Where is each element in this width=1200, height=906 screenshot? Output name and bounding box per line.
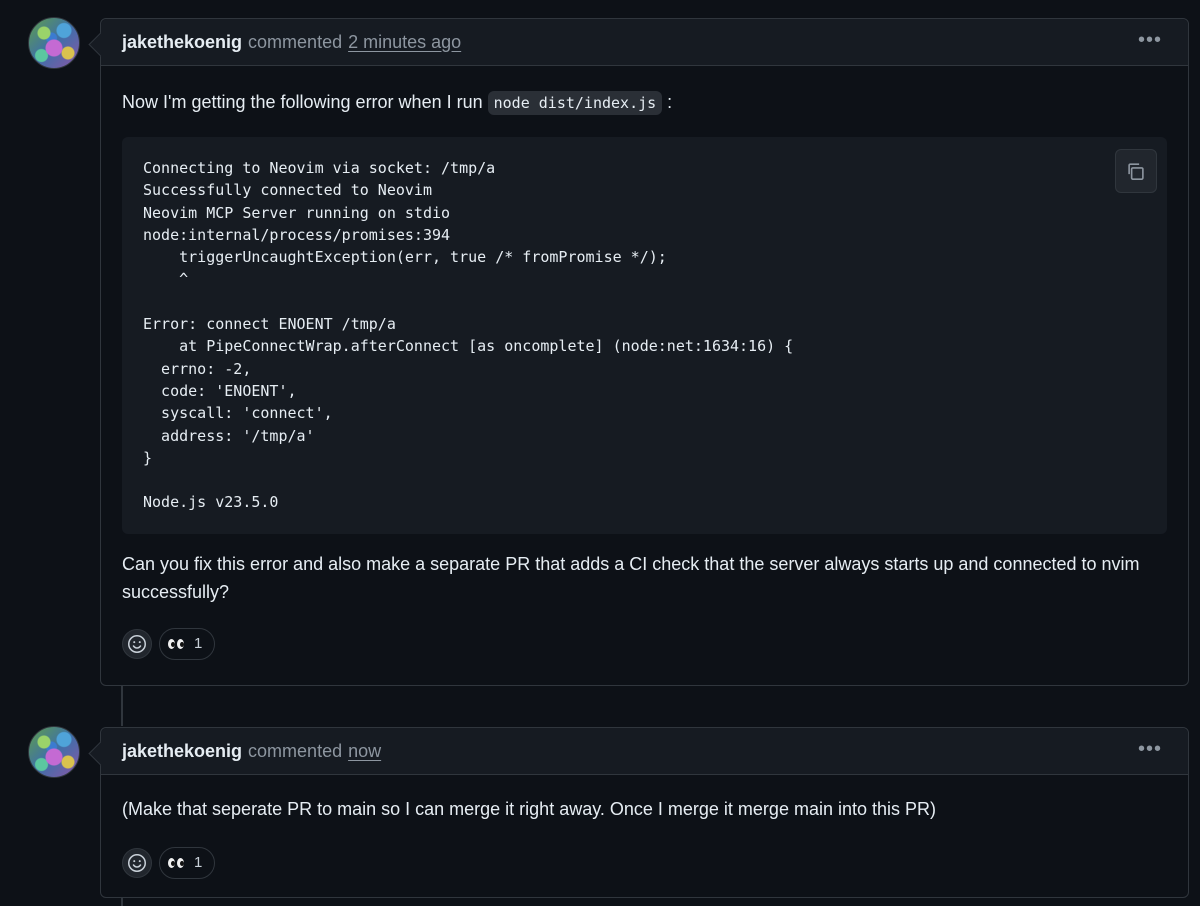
paragraph-text: : xyxy=(662,92,673,112)
comment-body: Now I'm getting the following error when… xyxy=(101,66,1188,680)
kebab-horizontal-icon[interactable]: ••• xyxy=(1138,739,1162,759)
kebab-horizontal-icon[interactable]: ••• xyxy=(1138,30,1162,50)
comment-paragraph: (Make that seperate PR to main so I can … xyxy=(122,799,936,819)
comment: jakethekoenig commented now ••• (Make th… xyxy=(88,727,1189,899)
copy-button[interactable] xyxy=(1115,149,1157,193)
eyes-reaction-button[interactable]: 1 xyxy=(159,847,216,879)
author-link[interactable]: jakethekoenig xyxy=(122,32,242,53)
timestamp-link[interactable]: 2 minutes ago xyxy=(348,32,461,53)
reactions-bar: 1 xyxy=(122,627,1167,660)
timeline-connector xyxy=(121,686,123,726)
paragraph-text: Now I'm getting the following error when… xyxy=(122,92,488,112)
reactions-bar: 1 xyxy=(122,847,1167,879)
comment-body: (Make that seperate PR to main so I can … xyxy=(101,775,1188,899)
comment: jakethekoenig commented 2 minutes ago ••… xyxy=(88,18,1189,686)
eyes-emoji-icon xyxy=(168,858,186,868)
timeline-connector xyxy=(121,898,123,906)
inline-code: node dist/index.js xyxy=(487,91,663,115)
comment-action: commented xyxy=(248,740,343,761)
comment-paragraph: Now I'm getting the following error when… xyxy=(122,88,1167,117)
add-reaction-button[interactable] xyxy=(122,848,152,878)
code-content: Connecting to Neovim via socket: /tmp/a … xyxy=(143,159,794,512)
eyes-emoji-icon xyxy=(168,638,186,649)
comment-action: commented xyxy=(248,31,343,52)
comment-paragraph: Can you fix this error and also make a s… xyxy=(122,553,1140,602)
comment-header: jakethekoenig commented 2 minutes ago ••… xyxy=(101,19,1188,66)
smiley-icon xyxy=(128,854,146,872)
comment-header: jakethekoenig commented now ••• xyxy=(101,728,1188,775)
add-reaction-button[interactable] xyxy=(122,628,152,659)
smiley-icon xyxy=(128,634,146,653)
reaction-count: 1 xyxy=(194,854,203,871)
reaction-count: 1 xyxy=(194,634,203,652)
author-avatar[interactable] xyxy=(28,17,80,69)
timestamp-link[interactable]: now xyxy=(348,741,381,762)
eyes-reaction-button[interactable]: 1 xyxy=(159,627,216,660)
copy-icon xyxy=(1128,163,1144,180)
author-link[interactable]: jakethekoenig xyxy=(122,741,242,762)
code-block: Connecting to Neovim via socket: /tmp/a … xyxy=(122,137,1167,534)
author-avatar[interactable] xyxy=(28,726,80,778)
